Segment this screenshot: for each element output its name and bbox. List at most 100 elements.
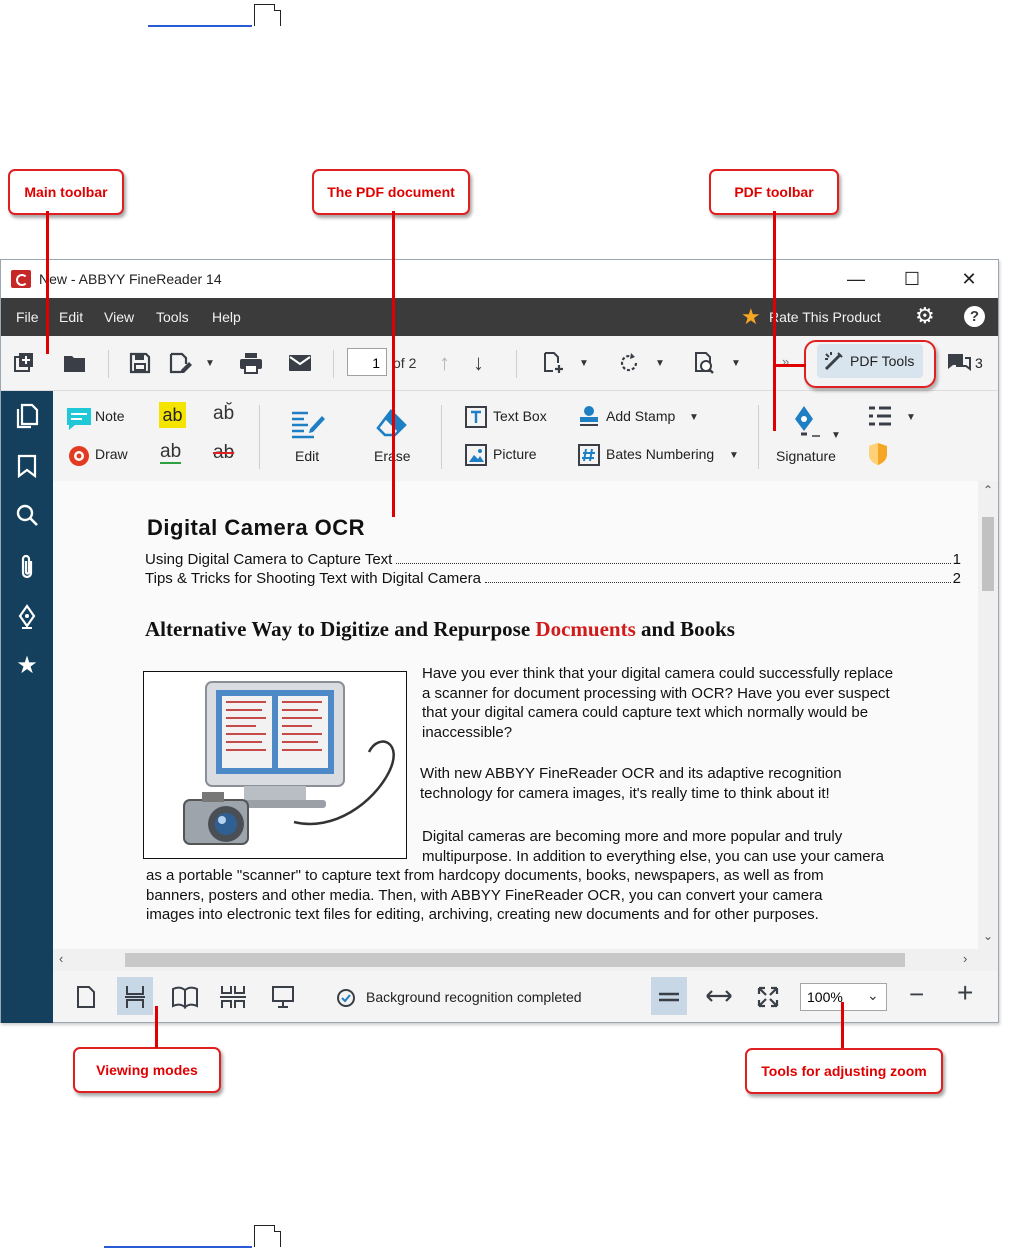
help-icon[interactable]: ? [964, 306, 985, 327]
rate-product-link[interactable]: Rate This Product [769, 309, 881, 325]
menu-view[interactable]: View [104, 309, 134, 325]
vertical-scroll-thumb[interactable] [982, 517, 994, 591]
draw-label[interactable]: Draw [95, 446, 128, 462]
callout-pdf-toolbar: PDF toolbar [709, 169, 839, 215]
text-line: that your digital camera could capture t… [422, 704, 869, 721]
text-line: images into electronic text files for ed… [146, 906, 819, 923]
fit-width-icon[interactable] [657, 987, 681, 1007]
chevron-down-icon[interactable]: ▼ [579, 358, 589, 369]
pdf-document-view[interactable]: Digital Camera OCR Using Digital Camera … [53, 481, 978, 949]
text-box-icon[interactable] [464, 405, 488, 429]
new-document-icon[interactable] [13, 351, 37, 375]
comments-icon[interactable] [947, 353, 971, 373]
close-button[interactable]: ✕ [954, 268, 984, 290]
scroll-left-icon[interactable]: ‹ [59, 951, 63, 966]
single-page-view-icon[interactable] [75, 985, 97, 1009]
zoom-out-button[interactable]: − [909, 981, 924, 1007]
chevron-down-icon[interactable]: ▼ [731, 358, 741, 369]
maximize-button[interactable]: ☐ [897, 268, 927, 290]
document-heading: Alternative Way to Digitize and Repurpos… [145, 617, 735, 642]
recognition-status: Background recognition completed [366, 989, 582, 1005]
add-page-icon[interactable] [542, 351, 566, 375]
callout-viewing-modes: Viewing modes [73, 1047, 221, 1093]
star-icon[interactable]: ★ [15, 654, 39, 678]
zoom-in-button[interactable]: + [957, 979, 973, 1007]
note-label[interactable]: Note [95, 408, 125, 424]
toc-entry[interactable]: Tips & Tricks for Shooting Text with Dig… [145, 570, 961, 587]
pdf-tools-highlight [804, 340, 936, 388]
chevron-down-icon[interactable]: ▼ [655, 358, 665, 369]
insert-text-icon[interactable]: ab̆ [213, 403, 234, 425]
paragraph-3: Digital cameras are becoming more and mo… [422, 827, 884, 866]
underline-icon[interactable]: ab [160, 442, 182, 464]
list-options-icon[interactable] [867, 405, 893, 427]
top-link-underline[interactable] [148, 25, 252, 27]
left-sidebar: ★ [1, 391, 53, 1023]
fit-page-width-icon[interactable] [705, 986, 733, 1006]
note-icon[interactable] [66, 407, 92, 431]
text-line: multipurpose. In addition to everything … [422, 847, 884, 865]
strikethrough-icon[interactable]: ab [213, 442, 234, 464]
bottom-link-underline[interactable] [104, 1246, 252, 1248]
add-stamp-label[interactable]: Add Stamp [606, 408, 675, 424]
menu-edit[interactable]: Edit [59, 309, 83, 325]
gear-icon[interactable]: ⚙ [915, 305, 935, 327]
page-count: of 2 [393, 355, 417, 371]
chevron-down-icon[interactable]: ▼ [689, 412, 699, 423]
menu-tools[interactable]: Tools [156, 309, 189, 325]
star-icon[interactable]: ★ [741, 306, 761, 328]
toolbar-separator [108, 350, 109, 378]
edit-text-icon[interactable] [290, 407, 326, 441]
toc-entry[interactable]: Using Digital Camera to Capture Text 1 [145, 551, 961, 568]
recognize-page-icon[interactable] [693, 351, 717, 375]
signature-label[interactable]: Signature [776, 448, 836, 464]
export-icon[interactable] [169, 352, 193, 374]
minimize-button[interactable]: — [841, 268, 871, 290]
chevron-down-icon[interactable]: ▼ [906, 412, 916, 423]
bookmark-icon[interactable] [17, 454, 37, 478]
comments-count: 3 [975, 355, 983, 371]
pages-icon[interactable] [15, 403, 39, 429]
vertical-scrollbar[interactable]: ⌃ ⌄ [978, 481, 998, 949]
chevron-down-icon[interactable]: ▼ [831, 430, 841, 441]
chevron-down-icon[interactable]: ▼ [205, 358, 215, 369]
heading-part: and Books [635, 617, 735, 641]
text-box-label[interactable]: Text Box [493, 408, 547, 424]
next-page-icon[interactable]: ↓ [473, 352, 484, 374]
fit-page-icon[interactable] [757, 986, 779, 1008]
two-page-view-icon[interactable] [171, 985, 199, 1009]
search-icon[interactable] [16, 504, 40, 528]
scroll-down-icon[interactable]: ⌄ [983, 929, 993, 943]
chevron-down-icon[interactable]: ▼ [729, 450, 739, 461]
menu-file[interactable]: File [16, 309, 39, 325]
email-icon[interactable] [288, 354, 312, 372]
print-icon[interactable] [239, 352, 263, 374]
highlight-icon[interactable]: ab [159, 402, 186, 428]
shield-icon[interactable] [867, 441, 889, 467]
rotate-icon[interactable] [617, 351, 641, 375]
draw-icon[interactable] [66, 444, 92, 468]
signature-pen-icon[interactable] [17, 604, 37, 630]
picture-label[interactable]: Picture [493, 446, 537, 462]
bates-numbering-label[interactable]: Bates Numbering [606, 446, 714, 462]
scroll-view-icon[interactable] [123, 984, 147, 1010]
horizontal-scroll-thumb[interactable] [125, 953, 905, 967]
previous-page-icon[interactable]: ↑ [439, 352, 450, 374]
page-number-input[interactable]: 1 [347, 348, 387, 376]
scroll-up-icon[interactable]: ⌃ [983, 483, 993, 497]
abbyy-logo-icon [11, 270, 31, 288]
attachment-icon[interactable] [18, 554, 36, 580]
stamp-icon[interactable] [577, 404, 601, 428]
two-page-scroll-view-icon[interactable] [219, 984, 247, 1010]
bates-numbering-icon[interactable] [577, 443, 601, 467]
horizontal-scrollbar[interactable]: ‹ › [53, 949, 998, 971]
menu-help[interactable]: Help [212, 309, 241, 325]
edit-label[interactable]: Edit [295, 448, 319, 464]
save-icon[interactable] [129, 352, 151, 374]
open-folder-icon[interactable] [63, 352, 87, 374]
picture-icon[interactable] [464, 443, 488, 467]
full-screen-view-icon[interactable] [271, 985, 295, 1009]
signature-icon[interactable] [792, 404, 822, 440]
callout-pdf-document: The PDF document [312, 169, 470, 215]
scroll-right-icon[interactable]: › [963, 951, 967, 966]
